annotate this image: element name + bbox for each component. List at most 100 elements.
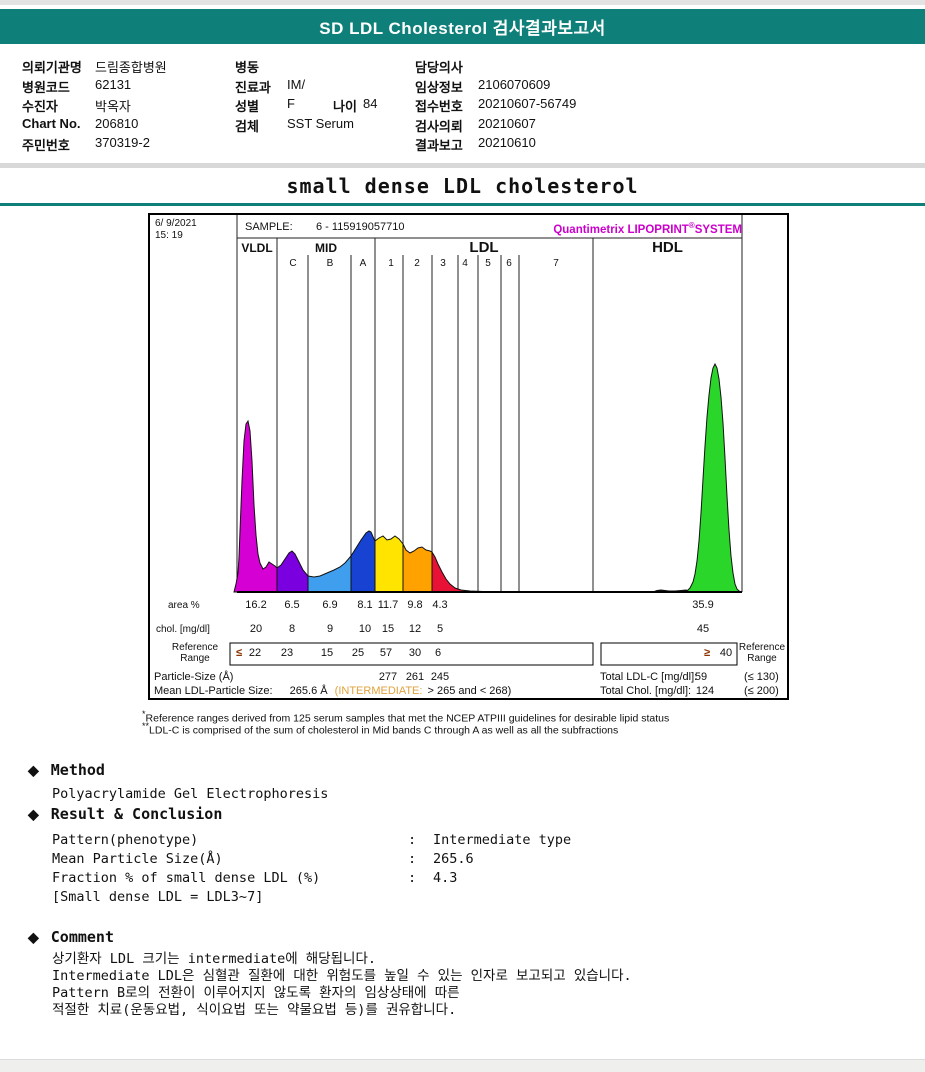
- comment-line: 적절한 치료(운동요법, 식이요법 또는 약물요법 등)를 권유합니다.: [52, 1002, 457, 1018]
- field-label: 의뢰기관명: [22, 60, 82, 75]
- field-value: 84: [363, 96, 378, 111]
- band-header-vldl: VLDL: [241, 241, 273, 255]
- row-label-area: area %: [168, 600, 200, 611]
- fraction-curve: [233, 362, 742, 593]
- subband-label: 1: [388, 258, 394, 269]
- mean-size-flag: (INTERMEDIATE:: [334, 685, 423, 697]
- field-value: 박옥자: [95, 99, 131, 114]
- chol-value: 20: [249, 623, 263, 635]
- title-underline: [0, 203, 925, 206]
- field-value: IM/: [287, 77, 306, 92]
- field-value: 2106070609: [478, 77, 551, 92]
- bottom-divider: [0, 1059, 925, 1072]
- method-body: Polyacrylamide Gel Electrophoresis: [52, 786, 329, 802]
- field-label: 접수번호: [415, 99, 463, 114]
- report-title: SD LDL Cholesterol 검사결과보고서: [319, 19, 606, 38]
- result-row-value: 265.6: [433, 851, 474, 867]
- run-time: 15: 19: [155, 230, 183, 241]
- field-value: 20210607-56749: [478, 96, 577, 111]
- ref-range-label-right: Reference: [738, 642, 786, 653]
- result-row-value: 4.3: [433, 870, 458, 886]
- row-label-particle: Particle-Size (Å): [154, 671, 234, 683]
- field-label: 병동: [235, 60, 259, 75]
- subband-label: C: [289, 258, 297, 269]
- subband-label: 6: [506, 258, 512, 269]
- chol-value: 5: [436, 623, 444, 635]
- total-chol-value: 124: [695, 685, 715, 697]
- field-value: 20210607: [478, 116, 536, 131]
- field-label: 임상정보: [415, 80, 463, 95]
- total-ldl-label: Total LDL-C [mg/dl]:: [600, 671, 698, 683]
- total-chol-ref: (≤ 200): [744, 685, 779, 697]
- field-label: 검사의뢰: [415, 119, 463, 134]
- field-label: 검체: [235, 119, 259, 134]
- chol-value: 8: [288, 623, 296, 635]
- sample-label: SAMPLE:: [245, 221, 293, 233]
- subband-label: B: [326, 258, 334, 269]
- diamond-bullet-icon: ◆: [28, 929, 39, 945]
- area-value: 6.9: [322, 599, 338, 611]
- lipoprint-brand: Quantimetrix LIPOPRINT®SYSTEM: [553, 221, 742, 236]
- field-label: 결과보고: [415, 138, 463, 153]
- result-row-label: Mean Particle Size(Å): [52, 851, 223, 867]
- ref-range-label: Range: [180, 653, 210, 664]
- field-value: 20210610: [478, 135, 536, 150]
- mean-size-value: 265.6 Å: [289, 685, 328, 697]
- result-row-label: Pattern(phenotype): [52, 832, 199, 848]
- row-label-chol: chol. [mg/dl]: [156, 624, 210, 635]
- ref-value: 6: [434, 647, 442, 659]
- field-label: 주민번호: [22, 138, 70, 153]
- section-title: small dense LDL cholesterol: [286, 174, 639, 198]
- subband-label: 4: [462, 258, 468, 269]
- subband-label: A: [359, 258, 367, 269]
- result-row-sep: :: [408, 851, 417, 867]
- chol-value: 45: [696, 623, 710, 635]
- result-row-sep: :: [408, 870, 417, 886]
- sample-id: 6 - 115919057710: [316, 221, 405, 233]
- area-value: 4.3: [432, 599, 448, 611]
- result-row-label: Fraction % of small dense LDL (%): [52, 870, 321, 886]
- diamond-bullet-icon: ◆: [28, 762, 39, 778]
- area-value: 6.5: [284, 599, 300, 611]
- particle-size: 245: [430, 671, 450, 683]
- field-label: 성별: [235, 99, 259, 114]
- field-label: 진료과: [235, 80, 271, 95]
- field-value: F: [287, 96, 295, 111]
- mean-size-row: Mean LDL-Particle Size: 265.6 Å (INTERME…: [154, 685, 511, 697]
- lab-report-page: SD LDL Cholesterol 검사결과보고서 의뢰기관명 드림종합병원 …: [0, 0, 925, 1072]
- footnote-2: **LDL-C is comprised of the sum of chole…: [142, 721, 619, 737]
- field-label: 병원코드: [22, 80, 70, 95]
- ref-range-label: Reference: [171, 642, 219, 653]
- subband-label: 2: [414, 258, 420, 269]
- total-ldl-value: 59: [694, 671, 708, 683]
- field-value: SST Serum: [287, 116, 354, 131]
- total-ldl-ref: (≤ 130): [744, 671, 779, 683]
- ref-value: 23: [280, 647, 294, 659]
- field-value: 370319-2: [95, 135, 150, 150]
- mean-size-label: Mean LDL-Particle Size:: [154, 685, 273, 697]
- band-header-mid: MID: [315, 241, 337, 255]
- method-heading: ◆ Method: [28, 761, 105, 779]
- field-label: 수진자: [22, 99, 58, 114]
- result-row-sep: :: [408, 832, 417, 848]
- subband-label: 7: [553, 258, 559, 269]
- comment-heading: ◆ Comment: [28, 928, 114, 946]
- result-heading: ◆ Result & Conclusion: [28, 805, 223, 823]
- field-value: 드림종합병원: [95, 60, 167, 75]
- field-label: 담당의사: [415, 60, 463, 75]
- section-divider: [0, 163, 925, 168]
- area-value: 35.9: [692, 599, 714, 611]
- report-title-banner: SD LDL Cholesterol 검사결과보고서: [0, 9, 925, 44]
- lipoprint-gel-chart: 6/ 9/2021 15: 19 SAMPLE: 6 - 11591905771…: [148, 213, 789, 700]
- top-divider: [0, 0, 925, 5]
- result-note: [Small dense LDL = LDL3~7]: [52, 889, 264, 905]
- band-header-hdl: HDL: [652, 239, 683, 256]
- result-row-value: Intermediate type: [433, 832, 572, 848]
- diamond-bullet-icon: ◆: [28, 806, 39, 822]
- run-date: 6/ 9/2021: [155, 218, 197, 229]
- field-label: 나이: [333, 99, 357, 114]
- field-value: 62131: [95, 77, 132, 92]
- total-chol-label: Total Chol. [mg/dl]:: [600, 685, 692, 697]
- subband-label: 5: [485, 258, 491, 269]
- mean-size-range: > 265 and < 268): [427, 685, 512, 697]
